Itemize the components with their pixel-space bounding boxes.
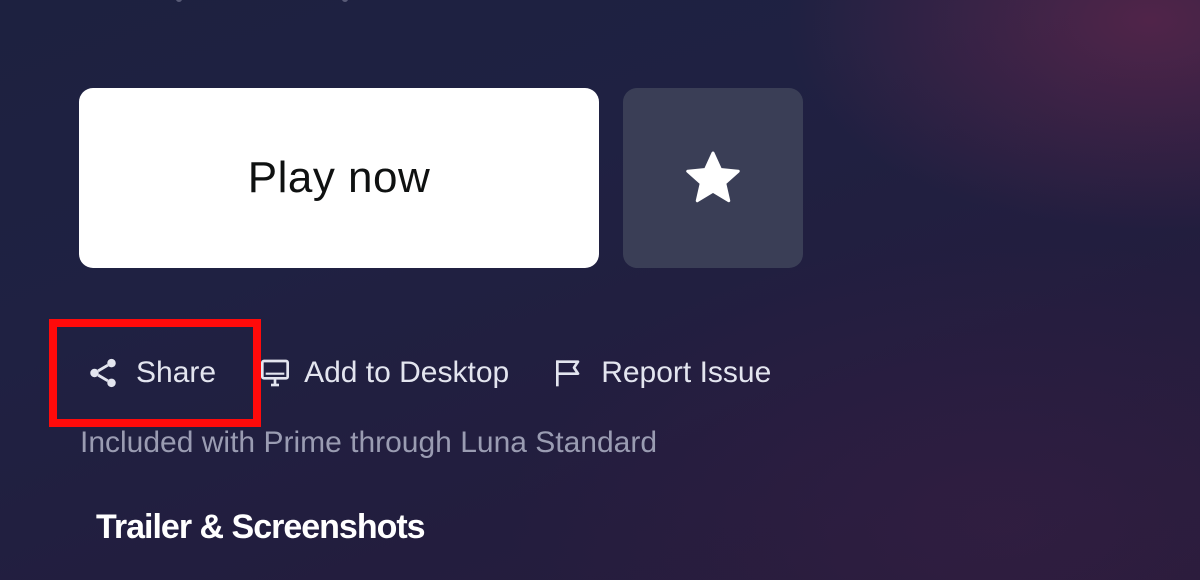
report-issue-label: Report Issue xyxy=(601,356,772,389)
add-to-desktop-button[interactable]: Add to Desktop xyxy=(258,356,509,390)
flag-icon xyxy=(551,356,585,390)
action-row: Share Add to Desktop Report Issue xyxy=(86,350,771,396)
add-to-desktop-label: Add to Desktop xyxy=(304,356,510,389)
share-icon xyxy=(86,356,120,390)
truncated-text-above xyxy=(80,0,380,6)
star-icon xyxy=(686,151,740,203)
report-issue-button[interactable]: Report Issue xyxy=(551,356,771,390)
section-title: Trailer & Screenshots xyxy=(96,508,426,546)
share-label: Share xyxy=(136,356,217,389)
share-button[interactable]: Share xyxy=(86,356,216,390)
desktop-icon xyxy=(258,356,292,390)
favorite-button[interactable] xyxy=(623,88,803,268)
play-now-button[interactable]: Play now xyxy=(79,88,599,268)
play-now-label: Play now xyxy=(247,153,431,202)
subscription-note: Included with Prime through Luna Standar… xyxy=(80,426,658,459)
